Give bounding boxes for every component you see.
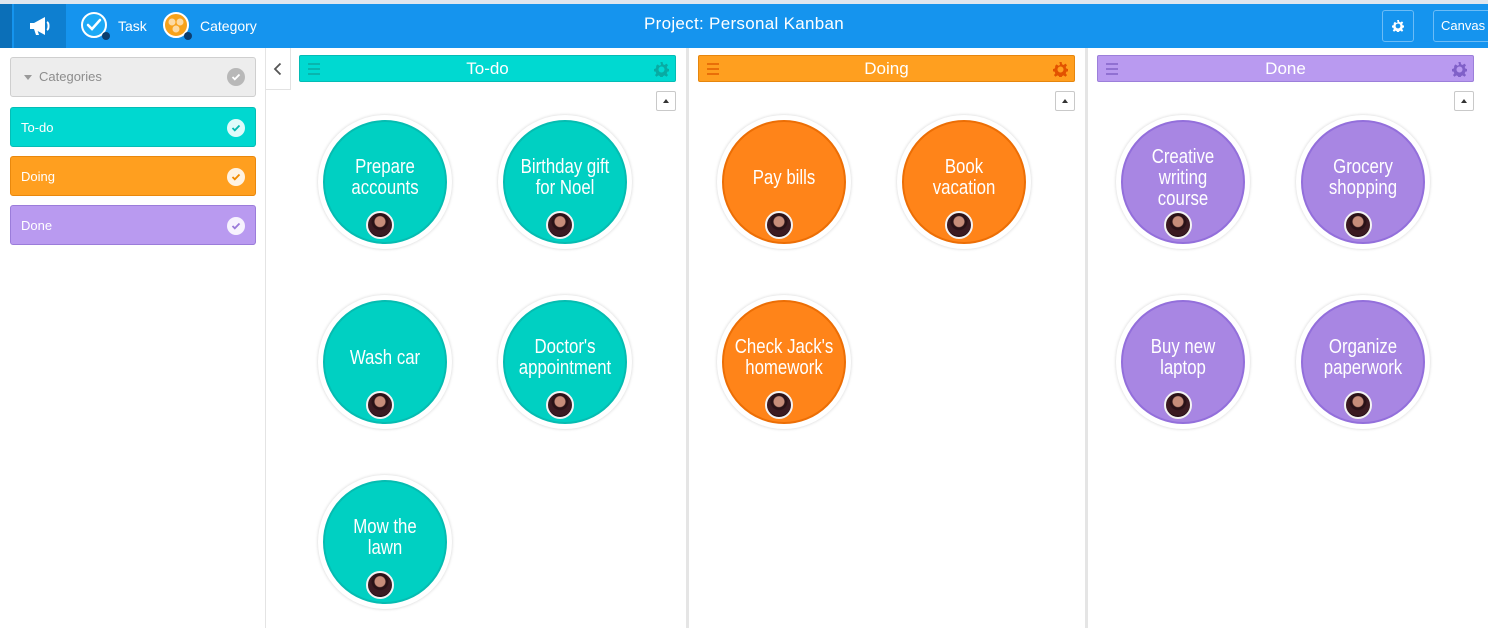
avatar-icon <box>945 211 973 239</box>
task-title: Grocery shopping <box>1328 156 1398 199</box>
gear-icon <box>1392 20 1404 32</box>
task-title: Check Jack's homework <box>734 336 834 379</box>
avatar-icon <box>1344 391 1372 419</box>
avatar-icon <box>546 211 574 239</box>
task-title: Prepare accounts <box>351 156 419 199</box>
check-icon <box>227 68 245 86</box>
task-title: Birthday gift for Noel <box>520 156 610 199</box>
sidebar-item-label: Doing <box>21 169 55 184</box>
column-divider <box>1085 48 1088 628</box>
task-title: Pay bills <box>752 166 816 189</box>
avatar-icon <box>366 391 394 419</box>
column-header-done: Done <box>1097 55 1474 82</box>
task-title: Mow the lawn <box>353 516 417 559</box>
sidebar-item-done[interactable]: Done <box>10 205 256 245</box>
collapse-sidebar-button[interactable] <box>266 48 291 90</box>
column-header-todo: To-do <box>299 55 676 82</box>
avatar-icon <box>1164 211 1192 239</box>
task-card[interactable]: Grocery shopping <box>1296 115 1430 249</box>
top-bar: Task Category Project: Personal Kanban C… <box>0 0 1488 48</box>
task-title: Book vacation <box>932 156 996 199</box>
sort-up-button[interactable] <box>1454 91 1474 111</box>
task-title: Wash car <box>349 346 421 369</box>
column-title: To-do <box>466 59 509 78</box>
task-card[interactable]: Book vacation <box>897 115 1031 249</box>
column-divider <box>686 48 689 628</box>
gear-icon[interactable] <box>654 62 669 77</box>
categories-label: Categories <box>39 69 102 84</box>
task-title: Buy new laptop <box>1150 336 1216 379</box>
column-title: Doing <box>864 59 909 78</box>
task-card[interactable]: Organize paperwork <box>1296 295 1430 429</box>
check-icon[interactable] <box>227 168 245 186</box>
page-title: Project: Personal Kanban <box>644 14 844 33</box>
sidebar-item-label: To-do <box>21 120 54 135</box>
settings-button[interactable] <box>1382 10 1414 42</box>
task-title: Creative writing course <box>1151 145 1215 210</box>
sidebar-item-todo[interactable]: To-do <box>10 107 256 147</box>
task-card[interactable]: Buy new laptop <box>1116 295 1250 429</box>
task-title: Doctor's appointment <box>518 336 612 379</box>
categories-toggle[interactable]: Categories <box>10 57 256 97</box>
column-title: Done <box>1265 59 1306 78</box>
menu-icon[interactable] <box>706 62 720 76</box>
check-icon[interactable] <box>227 119 245 137</box>
sidebar-item-label: Done <box>21 218 53 233</box>
column-header-doing: Doing <box>698 55 1075 82</box>
avatar-icon <box>765 391 793 419</box>
task-card[interactable]: Check Jack's homework <box>717 295 851 429</box>
task-card[interactable]: Mow the lawn <box>318 475 452 609</box>
task-card[interactable]: Creative writing course <box>1116 115 1250 249</box>
sidebar-item-doing[interactable]: Doing <box>10 156 256 196</box>
task-card[interactable]: Doctor's appointment <box>498 295 632 429</box>
canvas-button[interactable]: Canvas <box>1433 10 1488 42</box>
gear-icon[interactable] <box>1452 62 1467 77</box>
avatar-icon <box>1344 211 1372 239</box>
avatar-icon <box>366 211 394 239</box>
caret-down-icon <box>24 75 32 80</box>
avatar-icon <box>1164 391 1192 419</box>
task-card[interactable]: Birthday gift for Noel <box>498 115 632 249</box>
avatar-icon <box>765 211 793 239</box>
menu-icon[interactable] <box>1105 62 1119 76</box>
avatar-icon <box>546 391 574 419</box>
sort-up-button[interactable] <box>1055 91 1075 111</box>
task-card[interactable]: Pay bills <box>717 115 851 249</box>
check-icon[interactable] <box>227 217 245 235</box>
sort-up-button[interactable] <box>656 91 676 111</box>
task-card[interactable]: Wash car <box>318 295 452 429</box>
avatar-icon <box>366 571 394 599</box>
menu-icon[interactable] <box>307 62 321 76</box>
sidebar: Categories To-do Doing Done <box>0 48 266 628</box>
task-title: Organize paperwork <box>1323 336 1403 379</box>
task-card[interactable]: Prepare accounts <box>318 115 452 249</box>
gear-icon[interactable] <box>1053 62 1068 77</box>
chevron-left-icon <box>273 62 282 75</box>
